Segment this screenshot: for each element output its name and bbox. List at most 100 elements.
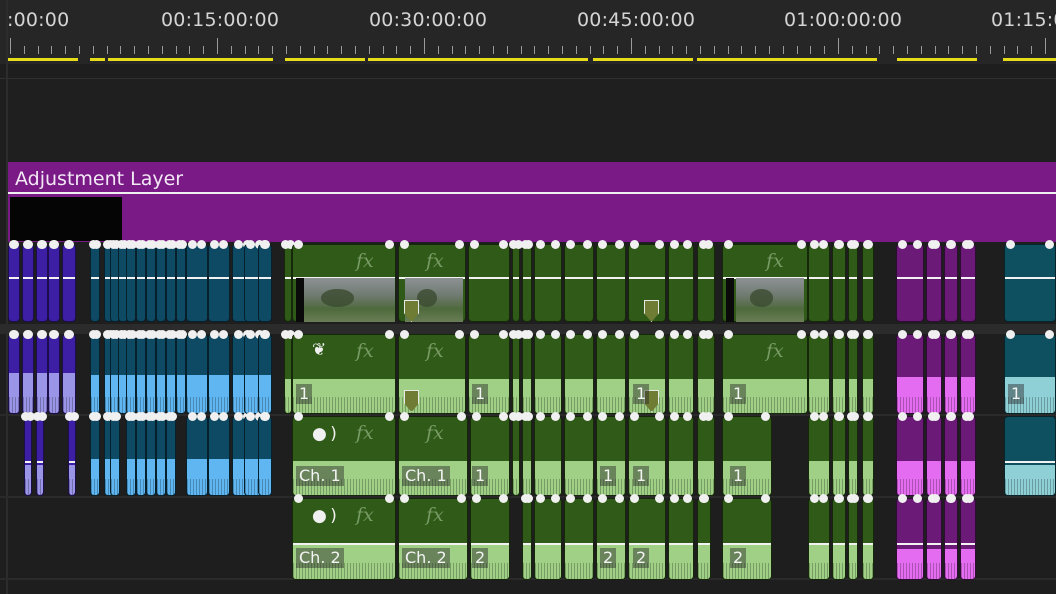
audio-clip[interactable] <box>848 334 858 414</box>
video-clip[interactable] <box>862 244 874 322</box>
video-clip[interactable] <box>146 244 156 322</box>
audio-clip[interactable] <box>668 498 694 580</box>
audio-clip[interactable] <box>146 416 156 496</box>
video-clip[interactable] <box>697 244 715 322</box>
video-clip[interactable] <box>668 244 694 322</box>
audio-clip[interactable] <box>862 416 874 496</box>
audio-clip[interactable] <box>534 416 562 496</box>
audio-clip[interactable] <box>1004 416 1056 496</box>
video-clip[interactable] <box>808 244 830 322</box>
audio-clip[interactable] <box>944 334 958 414</box>
audio-clip[interactable] <box>62 334 76 414</box>
audio-clip[interactable] <box>944 498 958 580</box>
audio-clip[interactable] <box>512 334 520 414</box>
video-clip[interactable] <box>596 244 626 322</box>
audio-clip[interactable] <box>960 498 976 580</box>
audio-clip[interactable] <box>960 416 976 496</box>
audio-clip[interactable] <box>284 334 292 414</box>
audio-clip[interactable] <box>36 334 48 414</box>
audio-clip[interactable] <box>90 416 100 496</box>
video-clip[interactable] <box>848 244 858 322</box>
video-clip[interactable] <box>944 244 958 322</box>
video-clip[interactable] <box>258 244 272 322</box>
audio-clip[interactable] <box>832 498 846 580</box>
audio-clip[interactable] <box>668 416 694 496</box>
audio-clip[interactable] <box>697 334 715 414</box>
video-clip[interactable] <box>8 244 20 322</box>
audio-clip[interactable] <box>22 334 34 414</box>
audio-clip[interactable] <box>896 498 924 580</box>
black-video-clip[interactable] <box>10 197 122 241</box>
video-clip[interactable] <box>832 244 846 322</box>
video-clip[interactable] <box>960 244 976 322</box>
audio-clip[interactable] <box>832 334 846 414</box>
audio-clip[interactable] <box>8 334 20 414</box>
audio-clip[interactable] <box>926 498 942 580</box>
audio-clip[interactable] <box>848 416 858 496</box>
video-clip[interactable] <box>126 244 136 322</box>
audio-clip[interactable] <box>944 416 958 496</box>
audio-clip[interactable] <box>862 498 874 580</box>
audio-clip[interactable] <box>534 334 562 414</box>
video-clip[interactable] <box>208 244 230 322</box>
audio-clip[interactable] <box>534 498 562 580</box>
video-clip[interactable] <box>48 244 60 322</box>
audio-clip[interactable] <box>522 334 532 414</box>
audio-clip[interactable] <box>808 498 830 580</box>
audio-clip[interactable] <box>522 416 532 496</box>
video-clip[interactable] <box>166 244 176 322</box>
video-clip[interactable] <box>564 244 594 322</box>
audio-clip[interactable] <box>596 334 626 414</box>
audio-clip[interactable] <box>176 334 186 414</box>
audio-clip[interactable] <box>186 416 208 496</box>
audio-clip[interactable] <box>832 416 846 496</box>
video-clip[interactable] <box>1004 244 1056 322</box>
video-clip[interactable] <box>468 244 510 322</box>
audio-clip[interactable] <box>668 334 694 414</box>
video-clip[interactable] <box>186 244 208 322</box>
video-clip[interactable] <box>62 244 76 322</box>
audio-clip[interactable] <box>808 416 830 496</box>
audio-clip[interactable] <box>258 416 272 496</box>
video-clip[interactable] <box>896 244 924 322</box>
audio-clip[interactable] <box>564 334 594 414</box>
audio-clip[interactable] <box>960 334 976 414</box>
audio-clip[interactable] <box>90 334 100 414</box>
audio-clip[interactable] <box>896 334 924 414</box>
audio-clip[interactable] <box>258 334 272 414</box>
audio-clip[interactable] <box>24 416 32 496</box>
audio-clip[interactable] <box>896 416 924 496</box>
audio-clip[interactable] <box>522 498 532 580</box>
audio-clip[interactable] <box>136 416 146 496</box>
video-clip[interactable] <box>156 244 166 322</box>
video-track-empty[interactable] <box>8 79 1056 162</box>
audio-clip[interactable] <box>208 416 230 496</box>
video-clip[interactable] <box>36 244 48 322</box>
audio-clip[interactable] <box>564 498 594 580</box>
audio-clip[interactable] <box>36 416 44 496</box>
audio-clip[interactable] <box>697 498 711 580</box>
video-clip[interactable] <box>926 244 942 322</box>
audio-clip[interactable] <box>926 416 942 496</box>
audio-clip[interactable] <box>126 334 136 414</box>
audio-clip[interactable] <box>208 334 230 414</box>
audio-clip[interactable] <box>110 416 120 496</box>
audio-clip[interactable] <box>136 334 146 414</box>
audio-clip[interactable] <box>926 334 942 414</box>
video-clip[interactable] <box>90 244 100 322</box>
timeline-ruler[interactable]: :00:00 00:15:00:00 00:30:00:00 00:45:00:… <box>0 0 1056 64</box>
video-clip[interactable] <box>22 244 34 322</box>
video-clip[interactable] <box>522 244 532 322</box>
video-clip[interactable] <box>176 244 186 322</box>
audio-clip[interactable] <box>808 334 830 414</box>
video-clip[interactable] <box>534 244 562 322</box>
audio-clip[interactable] <box>848 498 858 580</box>
video-clip[interactable] <box>136 244 146 322</box>
audio-clip[interactable] <box>146 334 156 414</box>
audio-clip[interactable] <box>48 334 60 414</box>
audio-clip[interactable] <box>697 416 715 496</box>
audio-clip[interactable] <box>564 416 594 496</box>
audio-clip[interactable] <box>512 416 520 496</box>
audio-clip[interactable] <box>186 334 208 414</box>
audio-clip[interactable] <box>166 334 176 414</box>
